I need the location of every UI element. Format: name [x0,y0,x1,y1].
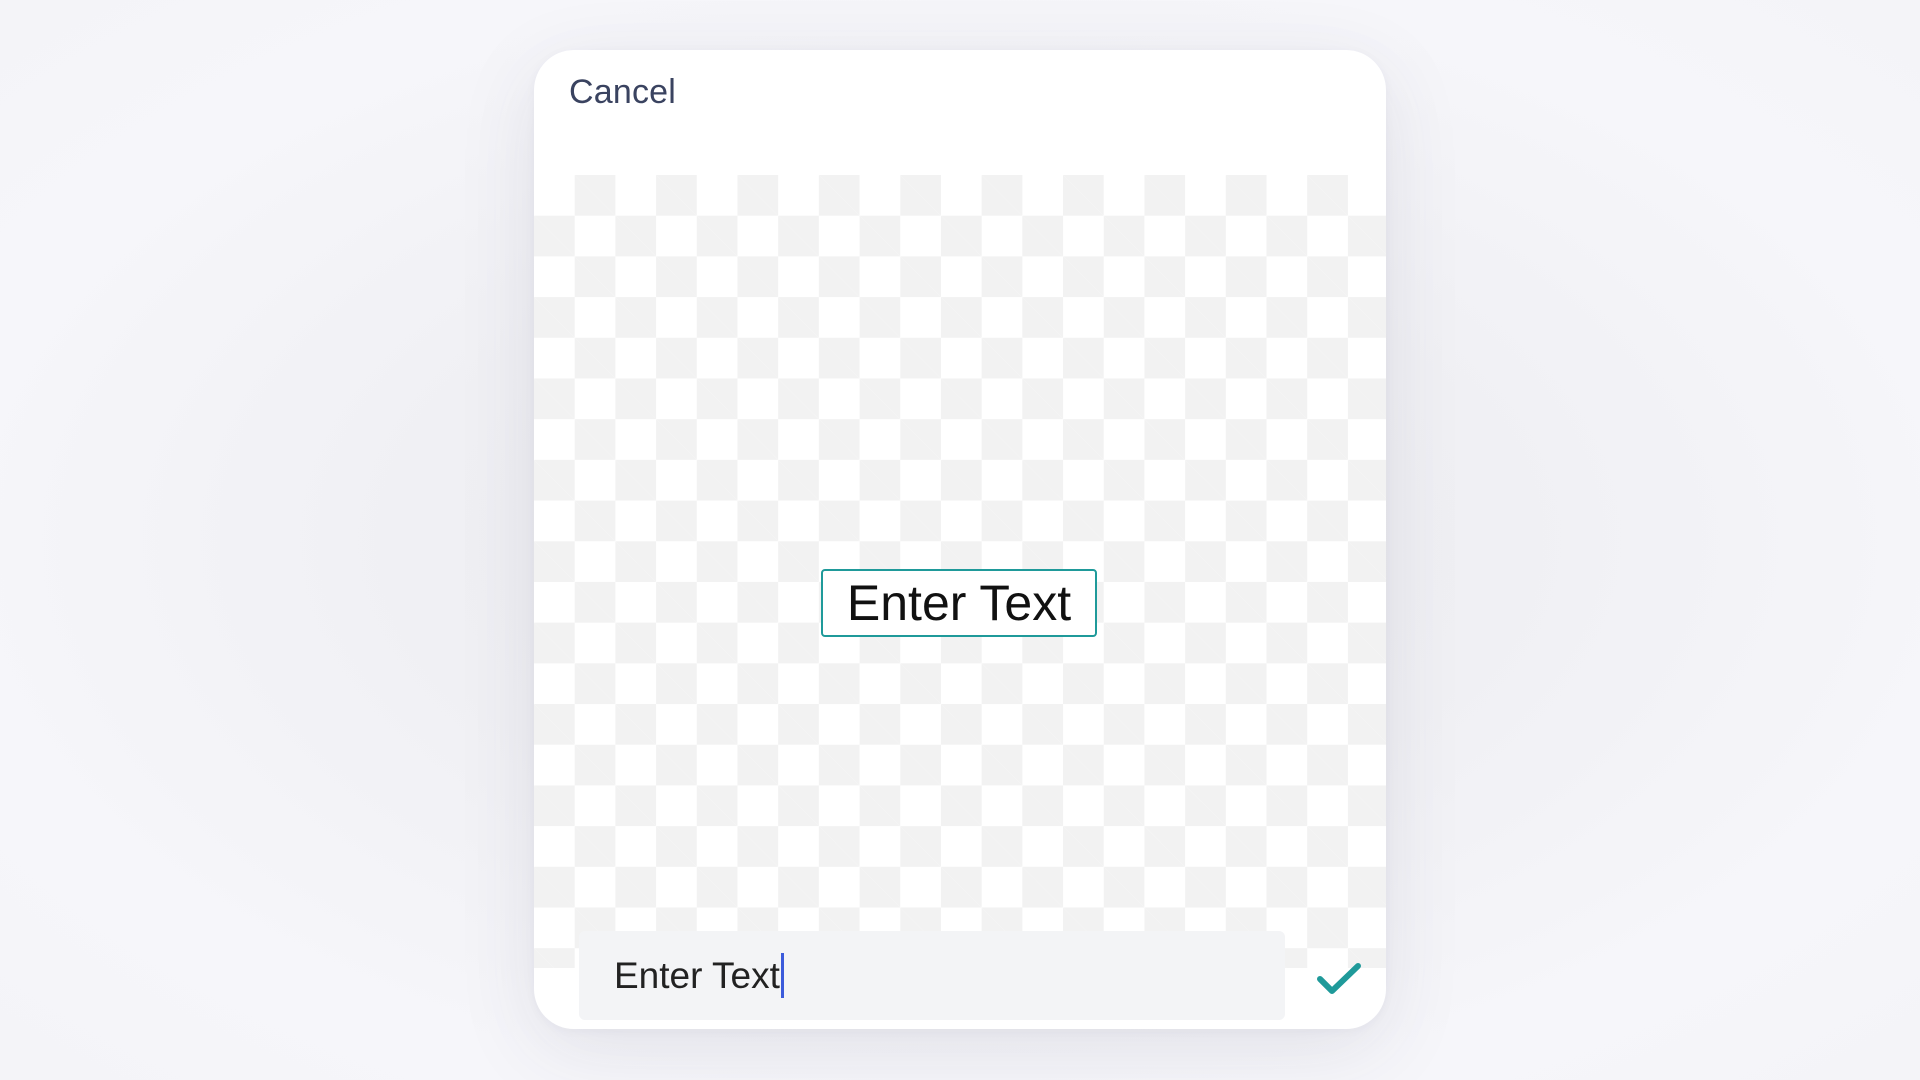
checkmark-icon [1317,963,1361,994]
text-editor-modal: Cancel Enter Text Enter Text [534,50,1386,1029]
confirm-button[interactable] [1310,950,1368,1008]
transparent-canvas[interactable]: Enter Text [534,175,1386,968]
text-caret [780,953,784,998]
cancel-button[interactable]: Cancel [569,73,676,112]
canvas-text-element[interactable]: Enter Text [821,569,1097,637]
text-input-value: Enter Text [614,954,780,996]
text-input[interactable]: Enter Text [579,931,1285,1020]
